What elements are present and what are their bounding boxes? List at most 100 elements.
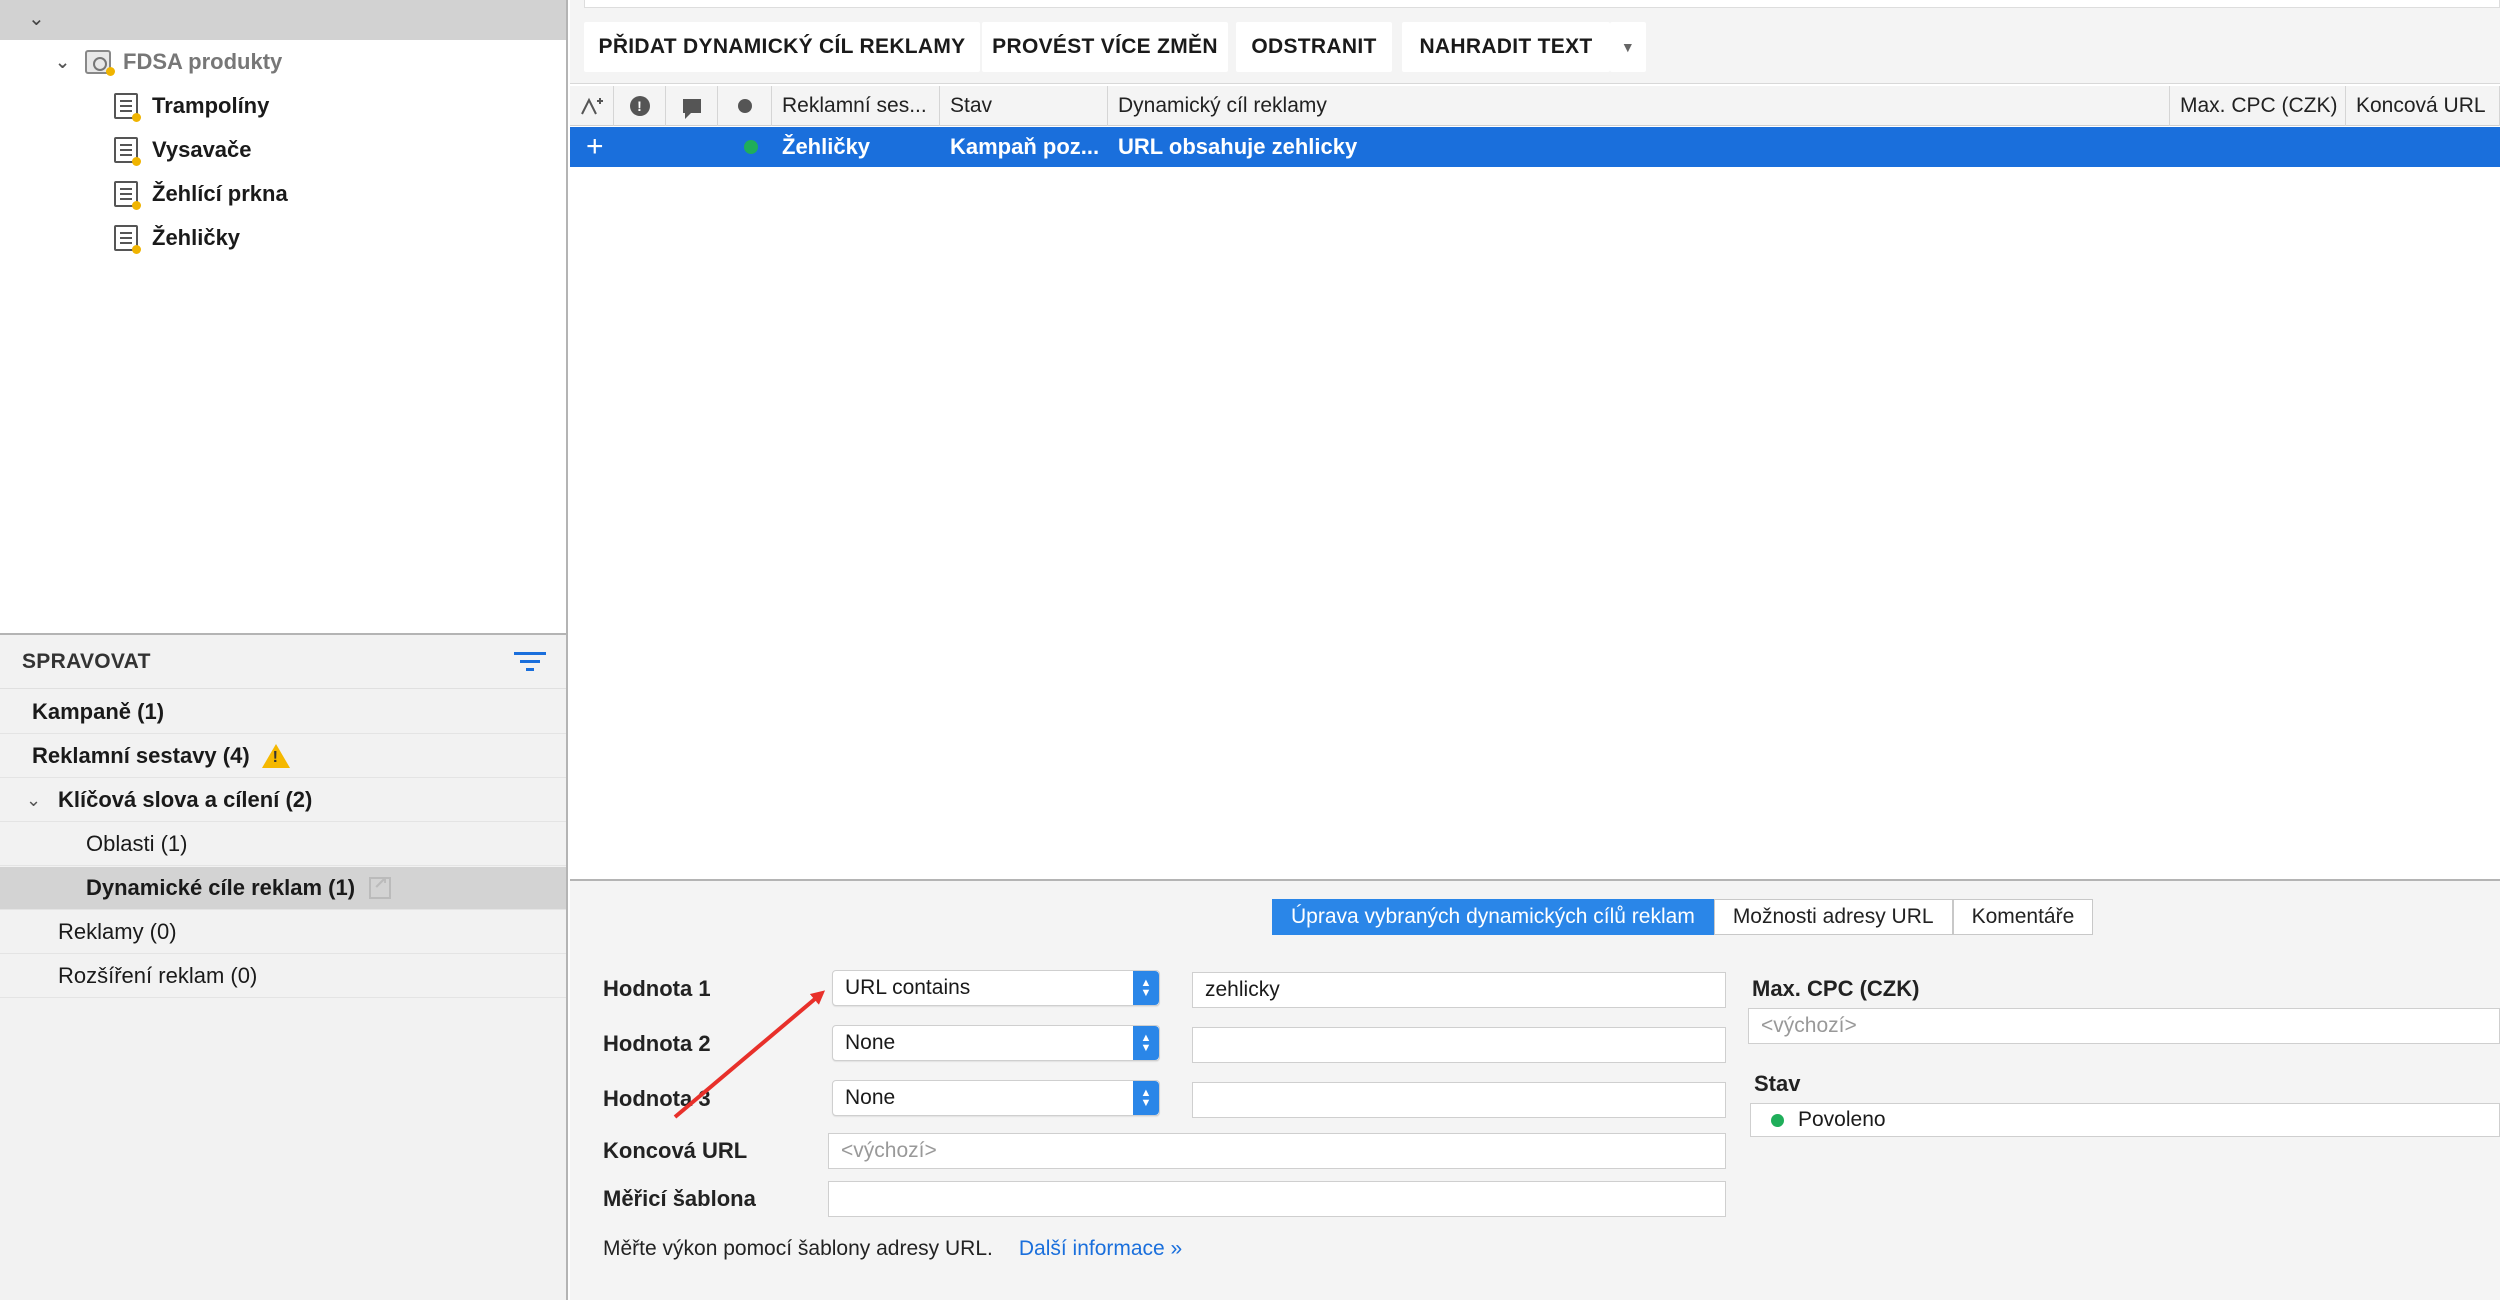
tab-edit-selected[interactable]: Úprava vybraných dynamických cílů reklam xyxy=(1272,899,1714,935)
adgroup-name: Žehlící prkna xyxy=(152,181,288,206)
tree-adgroup-zehlicky[interactable]: Žehličky xyxy=(114,218,240,258)
chevron-down-icon[interactable]: ⌄ xyxy=(55,52,85,73)
edit-tabs: Úprava vybraných dynamických cílů reklam… xyxy=(1272,899,2094,935)
column-adgroup[interactable]: Reklamní ses... xyxy=(772,86,940,126)
column-status-dot[interactable] xyxy=(718,86,772,126)
nav-label: Oblasti (1) xyxy=(86,831,188,856)
campaign-icon xyxy=(85,50,115,76)
warning-icon: ! xyxy=(261,744,290,768)
status-value: Povoleno xyxy=(1798,1108,1886,1131)
manage-title: SPRAVOVAT xyxy=(22,649,151,673)
select-stepper-icon: ▲ ▼ xyxy=(1133,1026,1159,1060)
value1-label: Hodnota 1 xyxy=(603,976,711,1001)
sort-icon[interactable] xyxy=(570,86,614,126)
replace-text-dropdown[interactable]: ▼ xyxy=(1610,22,1646,72)
nav-label: Kampaně (1) xyxy=(32,699,165,724)
edit-panel: Úprava vybraných dynamických cílů reklam… xyxy=(570,879,2500,1300)
column-status[interactable]: Stav xyxy=(940,86,1108,126)
learn-more-link[interactable]: Další informace » xyxy=(1019,1237,1182,1260)
nav-label: Reklamy (0) xyxy=(58,919,177,944)
expand-row-button[interactable]: + xyxy=(570,127,614,167)
value2-select[interactable]: None ▲ ▼ xyxy=(832,1025,1160,1061)
select-stepper-icon: ▲ ▼ xyxy=(1133,1081,1159,1115)
adgroup-icon xyxy=(114,225,141,254)
status-select[interactable]: Povoleno xyxy=(1750,1103,2500,1137)
manage-header: SPRAVOVAT xyxy=(0,635,566,689)
tree-account-row[interactable]: ⌄ xyxy=(0,0,566,40)
comment-icon xyxy=(682,99,701,119)
tree-campaign[interactable]: ⌄ FDSA produkty xyxy=(55,42,282,82)
nav-keywords-targeting[interactable]: ⌄ Klíčová slova a cílení (2) xyxy=(0,779,566,822)
nav-dynamic-ad-targets[interactable]: Dynamické cíle reklam (1) xyxy=(0,867,566,910)
adgroup-name: Trampolíny xyxy=(152,93,270,118)
nav-label: Rozšíření reklam (0) xyxy=(58,963,258,988)
value2-label: Hodnota 2 xyxy=(603,1031,711,1056)
chevron-down-icon[interactable]: ⌄ xyxy=(28,6,45,31)
add-dynamic-target-button[interactable]: PŘIDAT DYNAMICKÝ CÍL REKLAMY xyxy=(584,22,980,72)
chevron-down-icon[interactable]: ⌄ xyxy=(26,790,58,811)
nav-locations[interactable]: Oblasti (1) xyxy=(0,823,566,866)
tree-adgroup-trampoliny[interactable]: Trampolíny xyxy=(114,86,269,126)
column-dynamic-target[interactable]: Dynamický cíl reklamy xyxy=(1108,86,2170,126)
filter-icon[interactable] xyxy=(514,651,546,673)
column-info[interactable]: ! xyxy=(614,86,666,126)
value2-select-text: None xyxy=(845,1031,896,1054)
row-status-dot xyxy=(734,127,772,167)
row-dynamic-target: URL obsahuje zehlicky xyxy=(1118,134,1358,159)
external-link-icon[interactable] xyxy=(369,873,392,899)
value1-input[interactable]: zehlicky xyxy=(1192,972,1726,1008)
tab-comments[interactable]: Komentáře xyxy=(1952,899,2094,935)
left-pane: ⌄ ⌄ FDSA produkty Trampolíny Vysavače Že… xyxy=(0,0,568,1300)
adgroup-icon xyxy=(114,93,141,122)
tracking-template-input[interactable] xyxy=(828,1181,1726,1217)
status-label: Stav xyxy=(1754,1071,1801,1096)
nav-label: Reklamní sestavy (4) xyxy=(32,743,250,768)
column-comment[interactable] xyxy=(666,86,718,126)
right-pane: PŘIDAT DYNAMICKÝ CÍL REKLAMY PROVÉST VÍC… xyxy=(570,0,2500,1300)
value2-input[interactable] xyxy=(1192,1027,1726,1063)
enabled-dot-icon xyxy=(744,140,758,154)
info-icon: ! xyxy=(629,96,650,116)
adgroup-icon xyxy=(114,181,141,210)
grid-header: ! Reklamní ses... Stav Dynamický cíl rek… xyxy=(570,86,2500,126)
value3-label: Hodnota 3 xyxy=(603,1086,711,1111)
final-url-input[interactable]: <výchozí> xyxy=(828,1133,1726,1169)
max-cpc-label: Max. CPC (CZK) xyxy=(1752,976,1920,1001)
toolbar-top-strip xyxy=(584,0,2500,8)
nav-adgroups[interactable]: Reklamní sestavy (4) ! xyxy=(0,735,566,778)
status-dot-icon xyxy=(737,99,752,113)
replace-text-button[interactable]: NAHRADIT TEXT xyxy=(1402,22,1610,72)
value3-select-text: None xyxy=(845,1086,896,1109)
tree-adgroup-zehlici-prkna[interactable]: Žehlící prkna xyxy=(114,174,288,214)
value3-input[interactable] xyxy=(1192,1082,1726,1118)
value1-select-text: URL contains xyxy=(845,976,971,999)
tree-adgroup-vysavace[interactable]: Vysavače xyxy=(114,130,252,170)
sort-change-icon xyxy=(580,97,603,115)
adgroup-name: Vysavače xyxy=(152,137,252,162)
nav-campaigns[interactable]: Kampaně (1) xyxy=(0,691,566,734)
toolbar: PŘIDAT DYNAMICKÝ CÍL REKLAMY PROVÉST VÍC… xyxy=(570,0,2500,84)
nav-ads[interactable]: Reklamy (0) xyxy=(0,911,566,954)
column-final-url[interactable]: Koncová URL xyxy=(2346,86,2500,126)
value3-select[interactable]: None ▲ ▼ xyxy=(832,1080,1160,1116)
select-stepper-icon: ▲ ▼ xyxy=(1133,971,1159,1005)
row-status: Kampaň poz... xyxy=(950,134,1100,159)
nav-label: Dynamické cíle reklam (1) xyxy=(86,875,356,900)
remove-button[interactable]: ODSTRANIT xyxy=(1236,22,1392,72)
column-max-cpc[interactable]: Max. CPC (CZK) xyxy=(2170,86,2346,126)
adgroup-name: Žehličky xyxy=(152,225,241,250)
nav-label: Klíčová slova a cílení (2) xyxy=(58,787,313,812)
manage-panel: SPRAVOVAT Kampaně (1) Reklamní sestavy (… xyxy=(0,633,566,1300)
final-url-label: Koncová URL xyxy=(603,1138,748,1163)
campaign-name: FDSA produkty xyxy=(123,49,283,74)
adgroup-icon xyxy=(114,137,141,166)
max-cpc-input[interactable]: <výchozí> xyxy=(1748,1008,2500,1044)
value1-select[interactable]: URL contains ▲ ▼ xyxy=(832,970,1160,1006)
enabled-dot-icon xyxy=(1771,1113,1784,1127)
make-multiple-changes-button[interactable]: PROVÉST VÍCE ZMĚN xyxy=(982,22,1228,72)
table-row[interactable]: + Žehličky Kampaň poz... URL obsahuje ze… xyxy=(570,127,2500,167)
tab-url-options[interactable]: Možnosti adresy URL xyxy=(1713,899,1953,935)
row-adgroup: Žehličky xyxy=(782,134,871,159)
nav-extensions[interactable]: Rozšíření reklam (0) xyxy=(0,955,566,998)
help-text: Měřte výkon pomocí šablony adresy URL. Da… xyxy=(603,1237,1182,1261)
